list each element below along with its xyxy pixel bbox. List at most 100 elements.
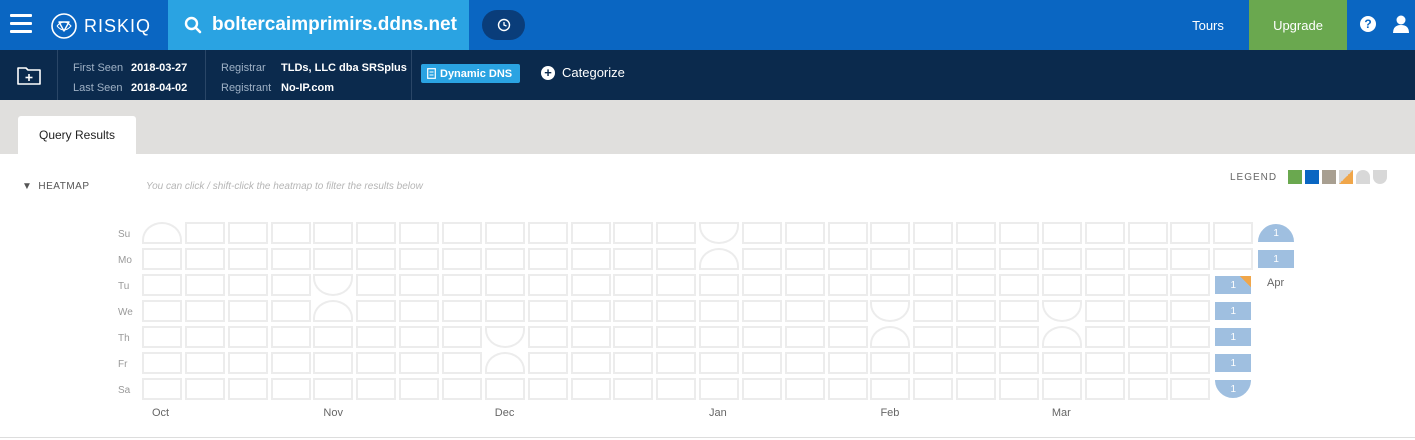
heatmap-cell[interactable] — [313, 352, 354, 374]
heatmap-cell[interactable] — [1170, 222, 1211, 244]
heatmap-cell[interactable] — [142, 378, 182, 400]
heatmap-cell[interactable] — [270, 222, 311, 244]
heatmap-cell[interactable] — [699, 248, 740, 270]
heatmap-cell[interactable] — [741, 248, 782, 270]
heatmap-cell[interactable] — [999, 274, 1039, 296]
heatmap-cell[interactable] — [441, 274, 482, 296]
heatmap-cell[interactable] — [870, 222, 911, 244]
heatmap-cell[interactable] — [356, 326, 397, 348]
heatmap-cell[interactable] — [227, 222, 268, 244]
heatmap-cell[interactable] — [484, 248, 525, 270]
heatmap-cell[interactable] — [527, 326, 568, 348]
heatmap-cell[interactable] — [184, 326, 225, 348]
heatmap-cell[interactable] — [870, 352, 911, 374]
heatmap-cell[interactable] — [699, 300, 740, 322]
heatmap-cell[interactable] — [1041, 222, 1082, 244]
heatmap-cell[interactable] — [1127, 248, 1168, 270]
history-button[interactable] — [482, 10, 525, 40]
heatmap-cell[interactable] — [827, 352, 868, 374]
heatmap-cell[interactable] — [1084, 326, 1125, 348]
heatmap-cell[interactable] — [741, 326, 782, 348]
heatmap-cell[interactable] — [827, 274, 868, 296]
heatmap-cell[interactable] — [956, 326, 997, 348]
heatmap-cell[interactable] — [227, 248, 268, 270]
heatmap-cell[interactable] — [741, 300, 782, 322]
heatmap-cell[interactable] — [827, 222, 868, 244]
heatmap-cell[interactable] — [313, 378, 354, 400]
heatmap-cell[interactable] — [827, 326, 868, 348]
heatmap-cell[interactable] — [484, 222, 525, 244]
heatmap-cell[interactable] — [313, 248, 354, 270]
heatmap-cell[interactable] — [527, 378, 568, 400]
heatmap-cell[interactable] — [699, 378, 740, 400]
heatmap-cell[interactable] — [1170, 300, 1211, 322]
heatmap-cell-active[interactable]: 1 — [1256, 248, 1297, 270]
heatmap-cell[interactable] — [613, 326, 654, 348]
heatmap-cell[interactable] — [527, 222, 568, 244]
heatmap-cell[interactable] — [227, 378, 268, 400]
heatmap-cell[interactable] — [356, 274, 397, 296]
heatmap-cell[interactable] — [870, 274, 911, 296]
search-box[interactable]: boltercaimprimirs.ddns.net — [168, 0, 469, 50]
heatmap-cell[interactable] — [999, 248, 1039, 270]
heatmap-cell[interactable] — [656, 326, 697, 348]
heatmap-cell[interactable] — [784, 326, 825, 348]
heatmap-cell[interactable] — [484, 352, 525, 374]
legend[interactable]: LEGEND — [1230, 170, 1388, 184]
heatmap-cell[interactable] — [741, 378, 782, 400]
heatmap-cell[interactable] — [956, 378, 997, 400]
heatmap-cell[interactable] — [870, 378, 911, 400]
heatmap-cell[interactable] — [870, 300, 911, 322]
heatmap-cell[interactable] — [913, 248, 954, 270]
heatmap-cell[interactable] — [570, 326, 611, 348]
heatmap-cell[interactable] — [784, 248, 825, 270]
heatmap-cell[interactable] — [441, 326, 482, 348]
heatmap-cell[interactable] — [227, 326, 268, 348]
heatmap-cell[interactable] — [1170, 352, 1211, 374]
heatmap-cell[interactable] — [656, 274, 697, 296]
heatmap-cell[interactable] — [142, 300, 182, 322]
heatmap-toggle[interactable]: ▼ HEATMAP — [22, 181, 90, 192]
tours-link[interactable]: Tours — [1170, 0, 1246, 50]
heatmap-cell[interactable] — [570, 222, 611, 244]
heatmap-cell[interactable] — [484, 326, 525, 348]
heatmap-cell[interactable] — [142, 352, 182, 374]
heatmap-cell[interactable] — [484, 378, 525, 400]
heatmap-cell[interactable] — [613, 300, 654, 322]
categorize-button[interactable]: + Categorize — [541, 65, 625, 80]
heatmap-cell[interactable] — [1127, 274, 1168, 296]
heatmap-cell[interactable] — [870, 248, 911, 270]
heatmap-cell[interactable] — [313, 326, 354, 348]
user-icon[interactable] — [1392, 14, 1410, 34]
heatmap-cell[interactable] — [656, 248, 697, 270]
heatmap-cell[interactable] — [913, 300, 954, 322]
heatmap-cell[interactable] — [399, 274, 440, 296]
heatmap-cell[interactable] — [1041, 274, 1082, 296]
heatmap-cell[interactable] — [827, 300, 868, 322]
heatmap-cell-active[interactable]: 1 — [1256, 222, 1297, 244]
legend-swatch[interactable] — [1288, 170, 1303, 184]
heatmap-cell[interactable] — [699, 352, 740, 374]
heatmap-cell[interactable] — [913, 274, 954, 296]
heatmap-cell[interactable] — [699, 222, 740, 244]
heatmap-cell[interactable] — [356, 300, 397, 322]
heatmap-cell[interactable] — [699, 274, 740, 296]
heatmap-cell[interactable] — [1084, 222, 1125, 244]
dynamic-dns-tag[interactable]: Dynamic DNS — [421, 64, 521, 83]
heatmap-cell-active[interactable]: 1 — [1213, 378, 1254, 400]
heatmap-cell[interactable] — [827, 378, 868, 400]
heatmap-cell[interactable] — [1041, 300, 1082, 322]
legend-swatch[interactable] — [1305, 170, 1320, 184]
heatmap-cell[interactable] — [399, 352, 440, 374]
legend-swatch[interactable] — [1339, 170, 1354, 184]
heatmap-cell[interactable] — [184, 248, 225, 270]
menu-icon[interactable] — [10, 14, 32, 34]
heatmap-cell[interactable] — [784, 222, 825, 244]
heatmap-cell-active[interactable]: 1 — [1213, 352, 1254, 374]
registrant-value[interactable]: No-IP.com — [281, 82, 334, 94]
heatmap-cell[interactable] — [527, 248, 568, 270]
registrar-value[interactable]: TLDs, LLC dba SRSplus — [281, 62, 407, 74]
heatmap-cell[interactable] — [1170, 248, 1211, 270]
legend-swatch[interactable] — [1356, 170, 1371, 184]
heatmap-cell[interactable] — [356, 378, 397, 400]
